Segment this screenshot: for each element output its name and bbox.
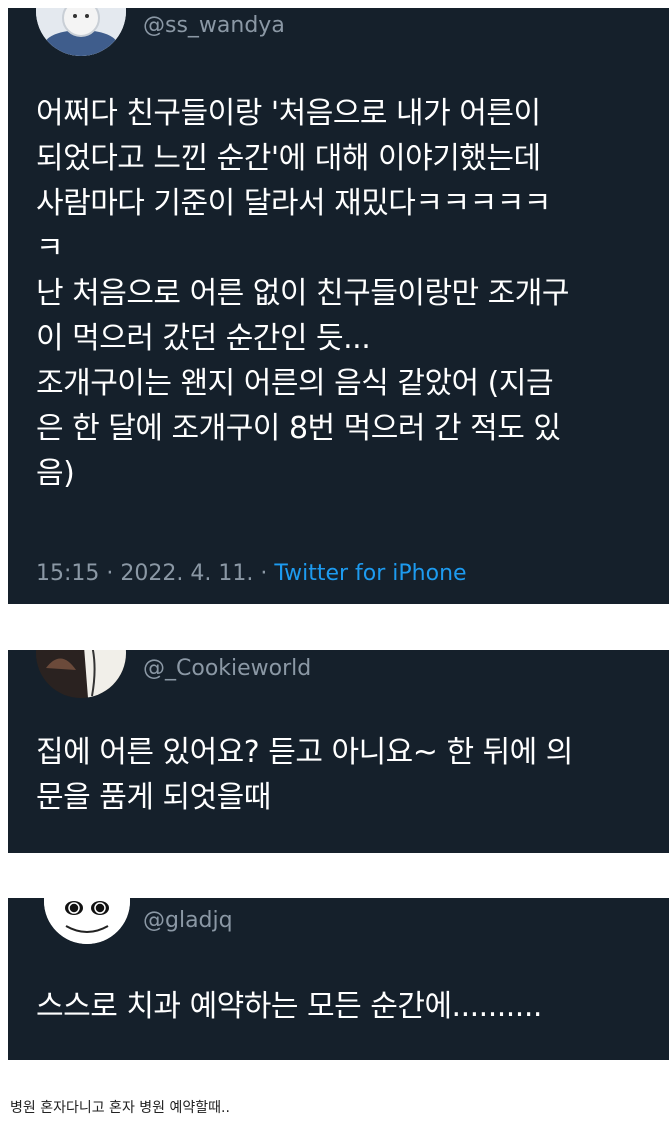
tweet-line: ㅋ	[36, 231, 64, 266]
tweet-card-3: @gladjq 스스로 치과 예약하는 모든 순간에..........	[8, 898, 669, 1060]
tweet-line: 어쩌다 친구들이랑 '처음으로 내가 어른이	[36, 96, 541, 131]
tweet-line: 은 한 달에 조개구이 8번 먹으러 간 적도 있	[36, 411, 561, 446]
tweet-line: 조개구이는 왠지 어른의 음식 같았어 (지금	[36, 366, 554, 401]
tweet-text: 스스로 치과 예약하는 모든 순간에..........	[36, 984, 542, 1029]
timestamp[interactable]: 15:15 · 2022. 4. 11. ·	[36, 561, 274, 586]
avatar[interactable]	[36, 8, 126, 56]
author-handle[interactable]: @ss_wandya	[143, 13, 285, 38]
tweet-line: 이 먹으러 갔던 순간인 듯...	[36, 321, 371, 356]
tweet-line: 스스로 치과 예약하는 모든 순간에..........	[36, 989, 542, 1024]
tweet-card-1: @ss_wandya 어쩌다 친구들이랑 '처음으로 내가 어른이 되었다고 느…	[8, 8, 669, 604]
tweet-card-2: @_Cookieworld 집에 어른 있어요? 듣고 아니요~ 한 뒤에 의 …	[8, 650, 669, 853]
author-handle[interactable]: @_Cookieworld	[143, 656, 311, 681]
post-caption: 병원 혼자다니고 혼자 병원 예약할때..	[10, 1100, 230, 1116]
tweet-line: 문을 품게 되엇을때	[36, 780, 271, 815]
tweet-line: 난 처음으로 어른 없이 친구들이랑만 조개구	[36, 276, 569, 311]
tweet-text: 어쩌다 친구들이랑 '처음으로 내가 어른이 되었다고 느낀 순간'에 대해 이…	[36, 91, 569, 496]
tweet-line: 집에 어른 있어요? 듣고 아니요~ 한 뒤에 의	[36, 735, 573, 770]
tweet-meta: 15:15 · 2022. 4. 11. · Twitter for iPhon…	[36, 561, 467, 586]
avatar[interactable]	[44, 898, 130, 944]
cartoon-cat-avatar-icon	[36, 8, 126, 56]
source-link[interactable]: Twitter for iPhone	[274, 561, 466, 586]
tweet-text: 집에 어른 있어요? 듣고 아니요~ 한 뒤에 의 문을 품게 되엇을때	[36, 730, 573, 820]
dark-illustration-avatar-icon	[36, 650, 126, 698]
panda-doodle-avatar-icon	[44, 898, 130, 944]
avatar[interactable]	[36, 650, 126, 698]
tweet-line: 음)	[36, 456, 75, 491]
tweet-line: 되었다고 느낀 순간'에 대해 이야기했는데	[36, 141, 541, 176]
tweet-line: 사람마다 기준이 달라서 재밌다ㅋㅋㅋㅋㅋ	[36, 186, 551, 221]
author-handle[interactable]: @gladjq	[143, 908, 233, 933]
